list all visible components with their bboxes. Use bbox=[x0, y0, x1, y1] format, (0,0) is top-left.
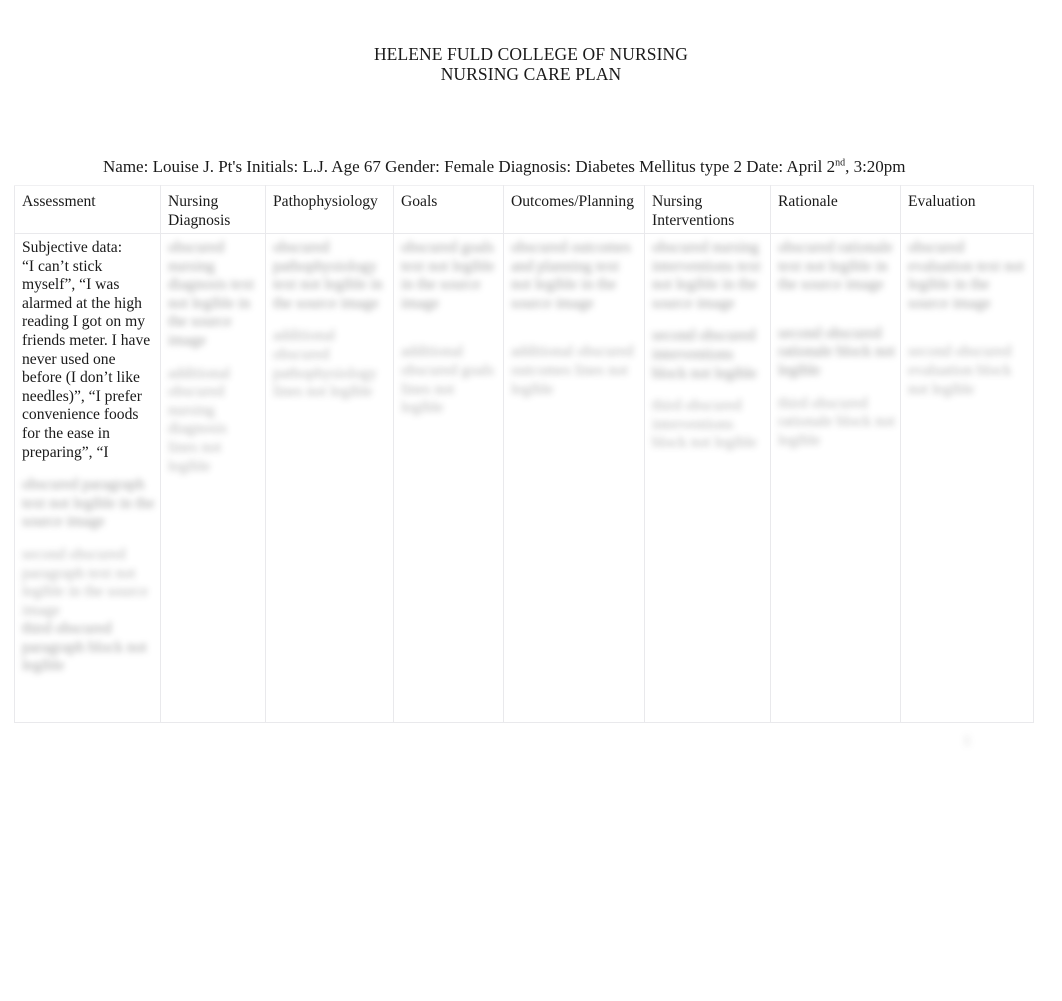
cell-nursing-diagnosis: obscured nursing diagnosis text not legi… bbox=[160, 233, 266, 723]
document-subtitle: NURSING CARE PLAN bbox=[440, 64, 622, 84]
outcomes-planning-redacted-block-2: additional obscured outcomes lines not l… bbox=[511, 343, 634, 398]
nursing-interventions-redacted-block-2: second obscured interventions block not … bbox=[652, 327, 757, 382]
college-name: HELENE FULD COLLEGE OF NURSING bbox=[373, 44, 689, 64]
rationale-redacted-block-1: obscured rationale text not legible in t… bbox=[778, 239, 893, 294]
table-row: Subjective data: “I can’t stick myself”,… bbox=[14, 233, 1034, 723]
outcomes-planning-redacted-block-1: obscured outcomes and planning text not … bbox=[511, 239, 631, 312]
date-ordinal-suffix: nd bbox=[835, 157, 846, 169]
header-label: Pathophysiology bbox=[273, 193, 378, 210]
column-header-evaluation: Evaluation bbox=[900, 185, 1034, 234]
column-header-outcomes-planning: Outcomes/Planning bbox=[503, 185, 645, 234]
patient-info-line: Name: Louise J. Pt's Initials: L.J. Age … bbox=[103, 157, 1003, 176]
cell-nursing-interventions: obscured nursing interventions text not … bbox=[644, 233, 771, 723]
cell-evaluation: obscured evaluation text not legible in … bbox=[900, 233, 1034, 723]
assessment-redacted-block-2: second obscured paragraph text not legib… bbox=[22, 545, 149, 619]
column-header-nursing-diagnosis: Nursing Diagnosis bbox=[160, 185, 266, 234]
evaluation-redacted-block-2: second obscured evaluation block not leg… bbox=[908, 343, 1012, 398]
patient-info-suffix: , 3:20pm bbox=[845, 157, 906, 176]
rationale-redacted-block-3: third obscured rationale block not legib… bbox=[778, 394, 895, 449]
assessment-subjective-data: Subjective data: “I can’t stick myself”,… bbox=[22, 239, 151, 461]
assessment-redacted-block-1: obscured paragraph text not legible in t… bbox=[22, 476, 155, 531]
header-label: Nursing Interventions bbox=[652, 193, 735, 229]
nursing-interventions-redacted-block-3: third obscured interventions block not l… bbox=[652, 397, 757, 452]
column-header-nursing-interventions: Nursing Interventions bbox=[644, 185, 771, 234]
table-header-row: Assessment Nursing Diagnosis Pathophysio… bbox=[14, 185, 1034, 234]
cell-assessment: Subjective data: “I can’t stick myself”,… bbox=[14, 233, 161, 723]
header-label: Goals bbox=[401, 193, 438, 210]
header-label: Rationale bbox=[778, 193, 838, 210]
nursing-diagnosis-redacted-block-1: obscured nursing diagnosis text not legi… bbox=[168, 239, 255, 349]
document-title-block: HELENE FULD COLLEGE OF NURSING NURSING C… bbox=[0, 44, 1062, 84]
header-label: Evaluation bbox=[908, 193, 976, 210]
header-label: Outcomes/Planning bbox=[511, 193, 635, 210]
header-label: Assessment bbox=[22, 193, 96, 210]
header-label: Nursing Diagnosis bbox=[168, 193, 231, 229]
page-number: 1 bbox=[963, 733, 971, 749]
column-header-rationale: Rationale bbox=[770, 185, 901, 234]
cell-goals: obscured goals text not legible in the s… bbox=[393, 233, 504, 723]
nursing-interventions-redacted-block-1: obscured nursing interventions text not … bbox=[652, 239, 761, 312]
nursing-care-plan-table: Assessment Nursing Diagnosis Pathophysio… bbox=[14, 185, 1034, 723]
goals-redacted-block-1: obscured goals text not legible in the s… bbox=[401, 239, 495, 312]
pathophysiology-redacted-block-2: additional obscured pathophysiology line… bbox=[273, 327, 377, 401]
assessment-redacted-block-3: third obscured paragraph block not legib… bbox=[22, 620, 147, 675]
cell-pathophysiology: obscured pathophysiology text not legibl… bbox=[265, 233, 394, 723]
evaluation-redacted-block-1: obscured evaluation text not legible in … bbox=[908, 239, 1025, 312]
pathophysiology-redacted-block-1: obscured pathophysiology text not legibl… bbox=[273, 239, 383, 312]
column-header-pathophysiology: Pathophysiology bbox=[265, 185, 394, 234]
rationale-redacted-block-2: second obscured rationale block not legi… bbox=[778, 324, 895, 379]
nursing-diagnosis-redacted-block-2: additional obscured nursing diagnosis li… bbox=[168, 364, 231, 475]
patient-info-prefix: Name: Louise J. Pt's Initials: L.J. Age … bbox=[103, 157, 836, 176]
column-header-assessment: Assessment bbox=[14, 185, 161, 234]
column-header-goals: Goals bbox=[393, 185, 504, 234]
cell-outcomes-planning: obscured outcomes and planning text not … bbox=[503, 233, 645, 723]
cell-rationale: obscured rationale text not legible in t… bbox=[770, 233, 901, 723]
goals-redacted-block-2: additional obscured goals lines not legi… bbox=[401, 343, 495, 417]
